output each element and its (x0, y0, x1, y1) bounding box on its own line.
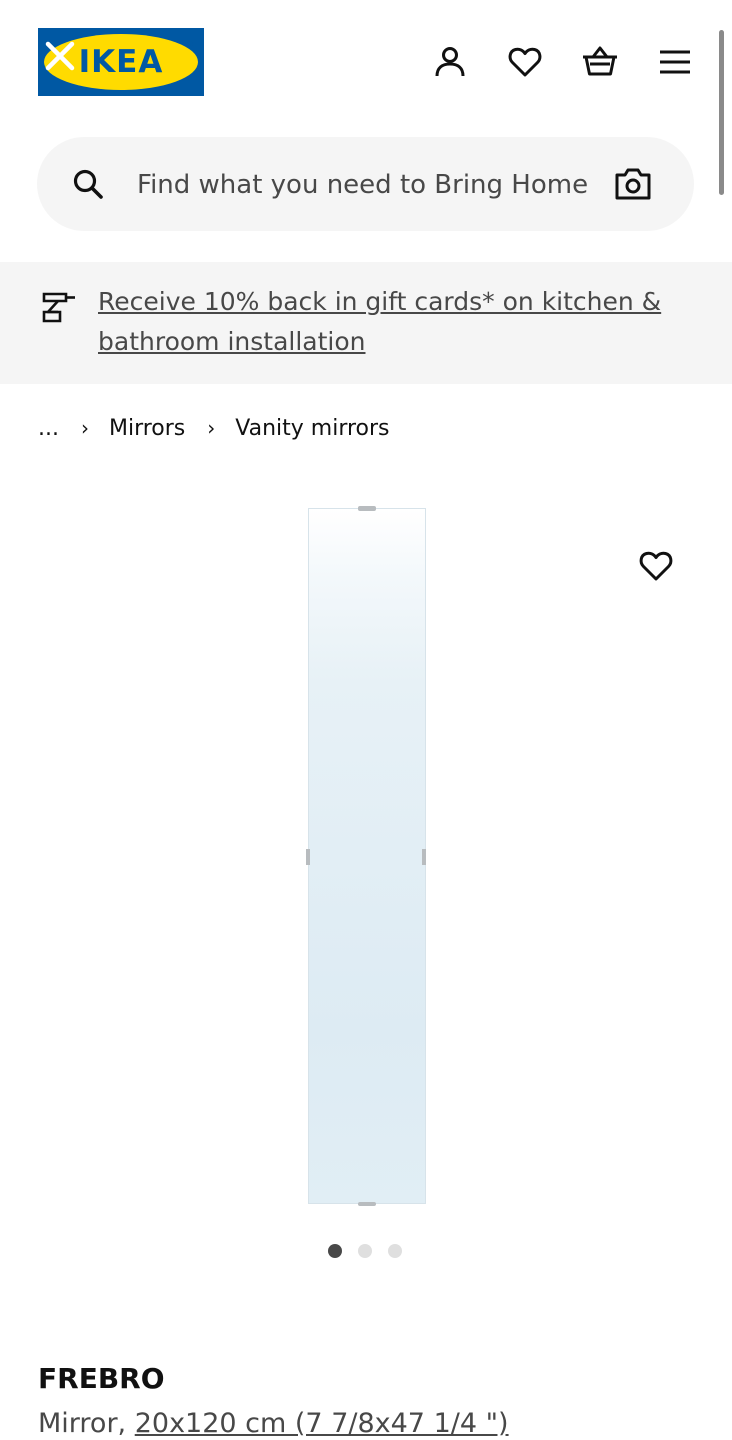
search-icon[interactable] (71, 167, 105, 201)
search-input[interactable] (137, 163, 589, 207)
logo-registered-mark: ® (186, 40, 194, 49)
promo-banner: Receive 10% back in gift cards* on kitch… (0, 262, 732, 384)
camera-icon[interactable] (613, 165, 653, 203)
search-bar[interactable] (37, 137, 694, 231)
breadcrumb-item-mirrors[interactable]: Mirrors (109, 416, 185, 441)
product-description: Mirror, 20x120 cm (7 7/8x47 1/4 ") (38, 1405, 509, 1440)
carousel-dots (328, 1244, 402, 1258)
basket-icon[interactable] (580, 42, 620, 82)
product-type: Mirror, (38, 1408, 135, 1439)
user-icon[interactable] (430, 42, 470, 82)
breadcrumb: ... › Mirrors › Vanity mirrors (38, 410, 390, 446)
close-icon[interactable] (40, 36, 80, 76)
mirror-surface (308, 508, 426, 1204)
heart-icon[interactable] (505, 42, 545, 82)
mirror-clip-top (358, 506, 376, 511)
add-to-favourites-heart-icon[interactable] (636, 546, 676, 586)
product-name: FREBRO (38, 1362, 165, 1395)
chevron-right-icon: › (207, 416, 216, 440)
product-image[interactable] (306, 506, 428, 1206)
promo-link[interactable]: Receive 10% back in gift cards* on kitch… (98, 282, 688, 362)
page: IKEA ® Find what you need to Bring Home … (0, 0, 732, 1440)
mirror-clip-bottom (358, 1202, 376, 1206)
carousel-dot[interactable] (388, 1244, 402, 1258)
carousel-dot[interactable] (358, 1244, 372, 1258)
carousel-dot[interactable] (328, 1244, 342, 1258)
mirror-clip-right (422, 849, 426, 865)
mirror-clip-left (306, 849, 310, 865)
scrollbar[interactable] (719, 30, 724, 195)
drill-icon (42, 292, 75, 323)
product-size-link[interactable]: 20x120 cm (7 7/8x47 1/4 ") (135, 1408, 509, 1439)
breadcrumb-item-vanity-mirrors[interactable]: Vanity mirrors (235, 416, 389, 441)
menu-icon[interactable] (655, 42, 695, 82)
breadcrumb-ellipsis[interactable]: ... (38, 416, 59, 441)
chevron-right-icon: › (80, 416, 89, 440)
